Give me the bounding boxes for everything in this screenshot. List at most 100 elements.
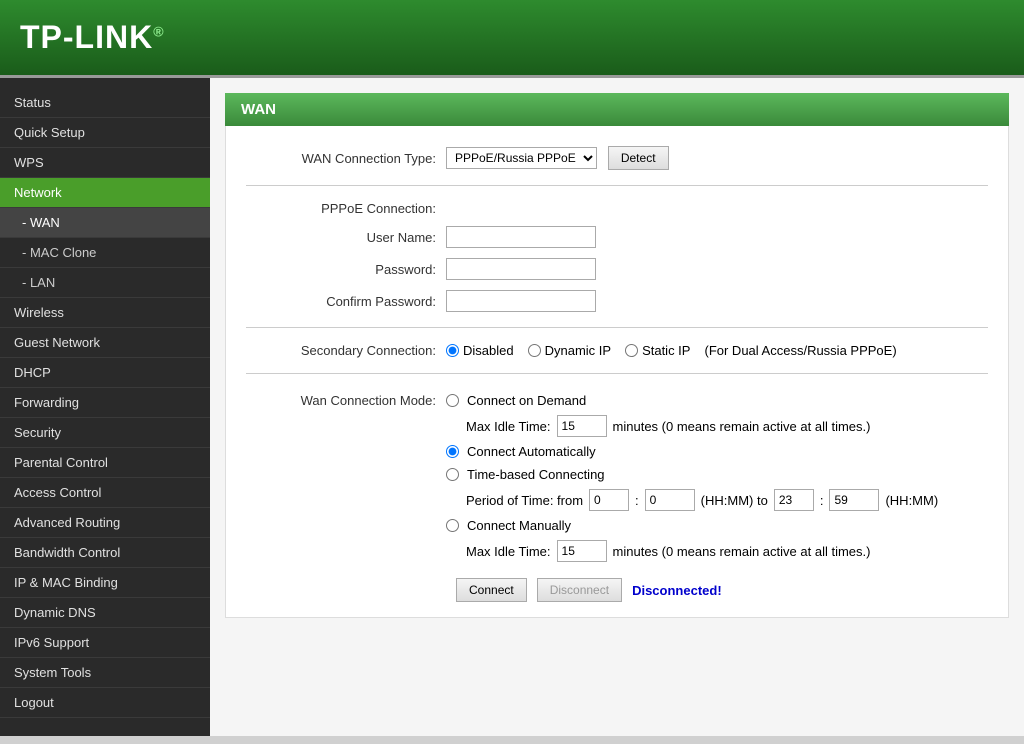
sidebar-item-logout[interactable]: Logout (0, 688, 210, 718)
time-colon-2: : (820, 493, 824, 508)
logo: TP-LINK® (20, 19, 165, 56)
sidebar-item-access-control[interactable]: Access Control (0, 478, 210, 508)
max-idle-label-2: Max Idle Time: (466, 544, 551, 559)
secondary-disabled-radio[interactable] (446, 344, 459, 357)
connect-manually-row: Connect Manually (446, 514, 938, 537)
connect-automatically-radio[interactable] (446, 445, 459, 458)
secondary-connection-row: Secondary Connection: Disabled Dynamic I… (246, 338, 988, 363)
connect-manually-radio[interactable] (446, 519, 459, 532)
hhmm-label-1: (HH:MM) to (701, 493, 768, 508)
wan-connection-type-select[interactable]: PPPoE/Russia PPPoE Dynamic IP Static IP … (446, 147, 597, 169)
connect-manually-idle-row: Max Idle Time: minutes (0 means remain a… (466, 537, 938, 565)
sidebar-item-ip-mac-binding[interactable]: IP & MAC Binding (0, 568, 210, 598)
time-to-minute-input[interactable] (829, 489, 879, 511)
sidebar-item-bandwidth-control[interactable]: Bandwidth Control (0, 538, 210, 568)
wan-connection-type-control: PPPoE/Russia PPPoE Dynamic IP Static IP … (446, 146, 669, 170)
time-to-hour-input[interactable] (774, 489, 814, 511)
max-idle-note-1: minutes (0 means remain active at all ti… (613, 419, 871, 434)
secondary-connection-label: Secondary Connection: (246, 343, 446, 358)
connect-buttons-row: Connect Disconnect Disconnected! (446, 578, 988, 602)
divider-1 (246, 185, 988, 186)
time-based-radio[interactable] (446, 468, 459, 481)
secondary-dynamic-ip-option[interactable]: Dynamic IP (528, 343, 611, 358)
sidebar-item-dhcp[interactable]: DHCP (0, 358, 210, 388)
disconnect-button[interactable]: Disconnect (537, 578, 622, 602)
secondary-disabled-option[interactable]: Disabled (446, 343, 514, 358)
time-colon-1: : (635, 493, 639, 508)
connect-automatically-row: Connect Automatically (446, 440, 938, 463)
password-control (446, 258, 596, 280)
sidebar-item-dynamic-dns[interactable]: Dynamic DNS (0, 598, 210, 628)
connect-on-demand-row: Connect on Demand (446, 389, 938, 412)
confirm-password-label: Confirm Password: (246, 294, 446, 309)
sidebar-item-quick-setup[interactable]: Quick Setup (0, 118, 210, 148)
divider-3 (246, 373, 988, 374)
time-from-minute-input[interactable] (645, 489, 695, 511)
time-based-row: Time-based Connecting (446, 463, 938, 486)
username-input[interactable] (446, 226, 596, 248)
username-label: User Name: (246, 230, 446, 245)
secondary-static-ip-label: Static IP (642, 343, 690, 358)
wan-connection-mode-options: Connect on Demand Max Idle Time: minutes… (446, 389, 938, 565)
divider-2 (246, 327, 988, 328)
connect-on-demand-label: Connect on Demand (467, 393, 586, 408)
max-idle-input-1[interactable] (557, 415, 607, 437)
sidebar-item-ipv6-support[interactable]: IPv6 Support (0, 628, 210, 658)
sidebar-item-mac-clone[interactable]: - MAC Clone (0, 238, 210, 268)
pppoe-connection-label: PPPoE Connection: (246, 201, 446, 216)
time-based-label: Time-based Connecting (467, 467, 605, 482)
connection-status: Disconnected! (632, 583, 722, 598)
password-row: Password: (246, 253, 988, 285)
content-form: WAN Connection Type: PPPoE/Russia PPPoE … (225, 126, 1009, 618)
sidebar-item-parental-control[interactable]: Parental Control (0, 448, 210, 478)
secondary-connection-options: Disabled Dynamic IP Static IP (For Dual … (446, 343, 897, 358)
max-idle-input-2[interactable] (557, 540, 607, 562)
sidebar-item-lan[interactable]: - LAN (0, 268, 210, 298)
secondary-static-ip-radio[interactable] (625, 344, 638, 357)
sidebar-item-wireless[interactable]: Wireless (0, 298, 210, 328)
hhmm-label-2: (HH:MM) (885, 493, 938, 508)
username-row: User Name: (246, 221, 988, 253)
page-title-bar: WAN (225, 93, 1009, 126)
connect-on-demand-radio[interactable] (446, 394, 459, 407)
confirm-password-input[interactable] (446, 290, 596, 312)
secondary-static-ip-option[interactable]: Static IP (625, 343, 690, 358)
time-from-hour-input[interactable] (589, 489, 629, 511)
connect-manually-label: Connect Manually (467, 518, 571, 533)
connect-on-demand-idle-row: Max Idle Time: minutes (0 means remain a… (466, 412, 938, 440)
sidebar-item-advanced-routing[interactable]: Advanced Routing (0, 508, 210, 538)
sidebar: Status Quick Setup WPS Network - WAN - M… (0, 78, 210, 736)
wan-connection-type-row: WAN Connection Type: PPPoE/Russia PPPoE … (246, 141, 988, 175)
main-layout: Status Quick Setup WPS Network - WAN - M… (0, 75, 1024, 736)
period-from-label: Period of Time: from (466, 493, 583, 508)
sidebar-item-wps[interactable]: WPS (0, 148, 210, 178)
secondary-disabled-label: Disabled (463, 343, 514, 358)
secondary-note: (For Dual Access/Russia PPPoE) (704, 343, 896, 358)
pppoe-connection-header-row: PPPoE Connection: (246, 196, 988, 221)
confirm-password-control (446, 290, 596, 312)
password-input[interactable] (446, 258, 596, 280)
page-title: WAN (241, 101, 276, 118)
confirm-password-row: Confirm Password: (246, 285, 988, 317)
wan-connection-mode-label: Wan Connection Mode: (246, 389, 446, 408)
sidebar-item-forwarding[interactable]: Forwarding (0, 388, 210, 418)
time-based-period-row: Period of Time: from : (HH:MM) to : (HH:… (466, 486, 938, 514)
max-idle-label-1: Max Idle Time: (466, 419, 551, 434)
wan-connection-mode-row: Wan Connection Mode: Connect on Demand M… (246, 384, 988, 570)
sidebar-item-system-tools[interactable]: System Tools (0, 658, 210, 688)
connect-automatically-label: Connect Automatically (467, 444, 596, 459)
password-label: Password: (246, 262, 446, 277)
content-area: WAN WAN Connection Type: PPPoE/Russia PP… (210, 78, 1024, 736)
sidebar-item-guest-network[interactable]: Guest Network (0, 328, 210, 358)
secondary-dynamic-ip-label: Dynamic IP (545, 343, 611, 358)
header: TP-LINK® (0, 0, 1024, 75)
sidebar-item-network[interactable]: Network (0, 178, 210, 208)
max-idle-note-2: minutes (0 means remain active at all ti… (613, 544, 871, 559)
username-control (446, 226, 596, 248)
sidebar-item-security[interactable]: Security (0, 418, 210, 448)
sidebar-item-wan[interactable]: - WAN (0, 208, 210, 238)
secondary-dynamic-ip-radio[interactable] (528, 344, 541, 357)
sidebar-item-status[interactable]: Status (0, 88, 210, 118)
detect-button[interactable]: Detect (608, 146, 669, 170)
connect-button[interactable]: Connect (456, 578, 527, 602)
